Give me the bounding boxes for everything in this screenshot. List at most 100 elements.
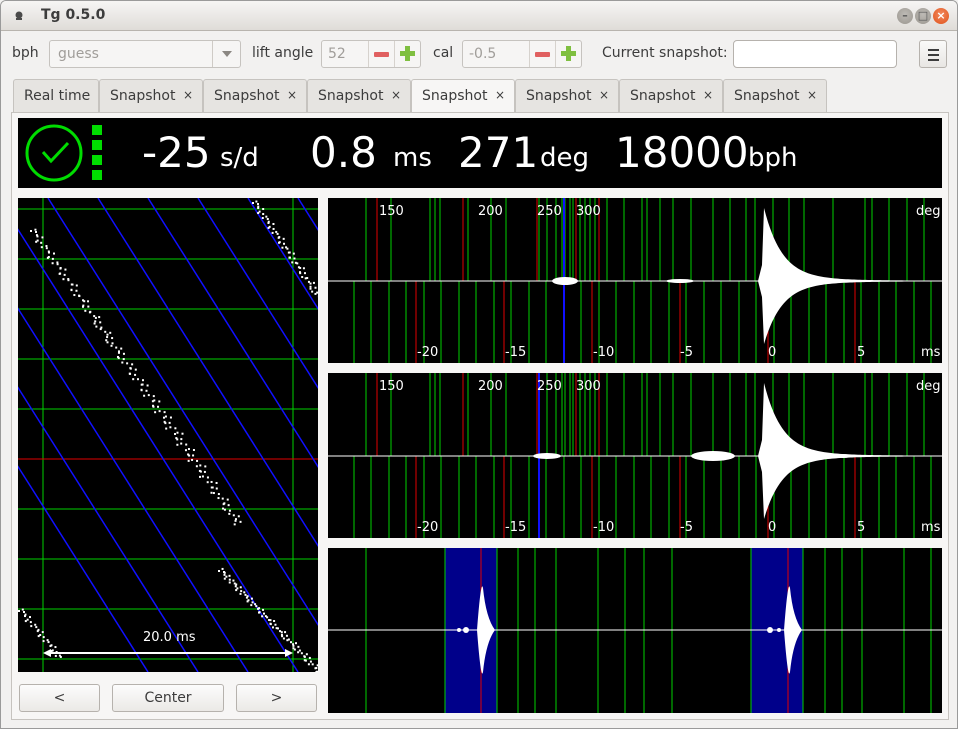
minus-icon bbox=[374, 52, 389, 57]
dot bbox=[46, 639, 49, 642]
dot bbox=[59, 266, 62, 269]
dot bbox=[300, 652, 303, 655]
lift-angle-decrement-button[interactable] bbox=[368, 41, 394, 67]
tab-snapshot-7[interactable]: Snapshot × bbox=[723, 79, 827, 112]
dot bbox=[63, 273, 66, 276]
window-title: Tg 0.5.0 bbox=[41, 7, 106, 23]
bph-combo-arrow[interactable] bbox=[212, 41, 240, 67]
cal-spinner[interactable]: -0.5 bbox=[462, 40, 582, 68]
bph-combo-value: guess bbox=[58, 46, 99, 62]
bph-label: bph bbox=[12, 45, 39, 61]
dot bbox=[121, 361, 124, 364]
dot bbox=[226, 498, 229, 501]
dot bbox=[145, 389, 148, 392]
dot bbox=[94, 320, 97, 323]
ms-unit-label: ms bbox=[921, 345, 941, 360]
dot bbox=[54, 646, 57, 649]
dot bbox=[187, 447, 190, 450]
snapshot-name-input[interactable] bbox=[733, 40, 897, 68]
dot bbox=[268, 225, 271, 228]
maximize-button[interactable]: □ bbox=[915, 8, 931, 24]
cal-increment-button[interactable] bbox=[555, 41, 581, 67]
dot bbox=[267, 220, 270, 223]
tab-snapshot-2[interactable]: Snapshot × bbox=[203, 79, 307, 112]
scroll-right-button[interactable]: > bbox=[236, 684, 317, 712]
dot bbox=[184, 449, 187, 452]
scroll-left-button[interactable]: < bbox=[19, 684, 100, 712]
tab-close-icon[interactable]: × bbox=[287, 88, 297, 102]
dot bbox=[269, 619, 272, 622]
lift-angle-increment-button[interactable] bbox=[394, 41, 420, 67]
tab-close-icon[interactable]: × bbox=[391, 88, 401, 102]
dot bbox=[206, 476, 209, 479]
dot bbox=[35, 626, 38, 629]
tab-snapshot-1[interactable]: Snapshot × bbox=[99, 79, 203, 112]
dot bbox=[250, 597, 253, 600]
lift-angle-spinner[interactable]: 52 bbox=[321, 40, 421, 68]
dot bbox=[195, 465, 198, 468]
dot bbox=[105, 339, 108, 342]
tab-snapshot-6[interactable]: Snapshot × bbox=[619, 79, 723, 112]
dot bbox=[301, 276, 304, 279]
dot bbox=[95, 325, 98, 328]
close-window-button[interactable]: × bbox=[933, 8, 949, 24]
menu-button[interactable] bbox=[919, 40, 947, 68]
signal-blip bbox=[835, 454, 851, 458]
tab-real-time[interactable]: Real time bbox=[13, 79, 99, 112]
dot bbox=[294, 642, 297, 645]
tab-label: Snapshot bbox=[214, 88, 280, 104]
trend-line bbox=[47, 198, 318, 627]
cal-decrement-button[interactable] bbox=[529, 41, 555, 67]
dot bbox=[234, 519, 237, 522]
trend-line bbox=[97, 198, 318, 548]
dot bbox=[56, 261, 59, 264]
minimize-icon: – bbox=[902, 9, 908, 22]
dot bbox=[217, 497, 220, 500]
bph-combo[interactable]: guess bbox=[49, 40, 241, 68]
deg-tick-label: 300 bbox=[576, 379, 601, 394]
bph-unit: bph bbox=[748, 143, 798, 173]
bph-value: 18000 bbox=[615, 128, 749, 177]
dot bbox=[83, 300, 86, 303]
dot bbox=[132, 378, 135, 381]
dot bbox=[255, 200, 258, 203]
center-button[interactable]: Center bbox=[112, 684, 224, 712]
tab-close-icon[interactable]: × bbox=[599, 88, 609, 102]
tab-snapshot-5[interactable]: Snapshot × bbox=[515, 79, 619, 112]
dot bbox=[262, 608, 265, 611]
dot bbox=[304, 277, 307, 280]
dot bbox=[271, 231, 274, 234]
tab-close-icon[interactable]: × bbox=[807, 88, 817, 102]
dot bbox=[153, 399, 156, 402]
dot bbox=[94, 316, 97, 319]
dot bbox=[146, 384, 149, 387]
tab-snapshot-3[interactable]: Snapshot × bbox=[307, 79, 411, 112]
dot bbox=[210, 480, 213, 483]
tab-close-icon[interactable]: × bbox=[703, 88, 713, 102]
dot bbox=[222, 503, 225, 506]
dot bbox=[239, 586, 242, 589]
tab-close-icon[interactable]: × bbox=[495, 88, 505, 102]
dot bbox=[217, 493, 220, 496]
dot bbox=[176, 431, 179, 434]
dot bbox=[286, 639, 289, 642]
dot bbox=[234, 518, 237, 521]
dot bbox=[278, 236, 281, 239]
dot bbox=[247, 599, 250, 602]
signal-level-bar bbox=[92, 170, 102, 180]
ms-tick-label: -15 bbox=[505, 520, 527, 535]
dot bbox=[261, 615, 264, 618]
tab-snapshot-4-active[interactable]: Snapshot × bbox=[411, 79, 515, 113]
dot bbox=[75, 284, 78, 287]
dot bbox=[215, 481, 218, 484]
dot bbox=[196, 459, 199, 462]
dot bbox=[120, 347, 123, 350]
dot bbox=[53, 252, 56, 255]
rate-unit: s/d bbox=[220, 143, 259, 173]
dot bbox=[180, 438, 183, 441]
dot bbox=[250, 604, 253, 607]
minimize-button[interactable]: – bbox=[897, 8, 913, 24]
dot bbox=[228, 581, 231, 584]
dot bbox=[309, 660, 312, 663]
tab-close-icon[interactable]: × bbox=[183, 88, 193, 102]
